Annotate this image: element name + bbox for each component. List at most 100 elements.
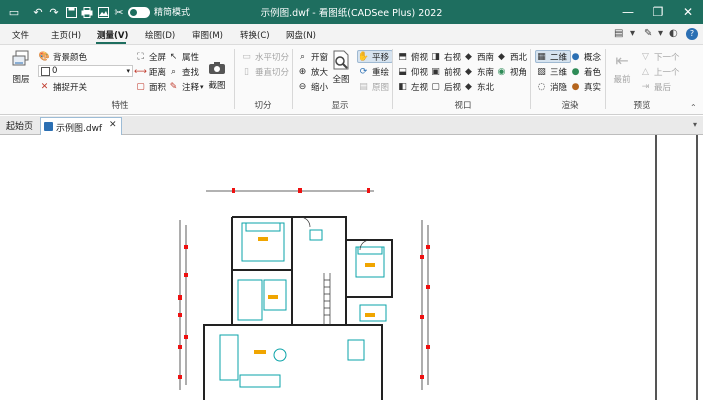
render-realistic-button[interactable]: ● 真实 <box>570 80 601 93</box>
close-tab-icon[interactable]: ✕ <box>109 120 117 130</box>
hand-icon: ✋ <box>357 51 370 62</box>
render-concept-button[interactable]: ● 概念 <box>570 50 601 63</box>
original-button[interactable]: ▤ 原图 <box>358 80 389 93</box>
zoom-in-button[interactable]: ⊕ 放大 <box>297 65 328 78</box>
area-button[interactable]: ▢ 面积 <box>135 80 166 93</box>
close-icon[interactable]: ✕ <box>673 0 703 24</box>
cube-back-icon: ▢ <box>431 81 440 92</box>
find-icon: ⌕ <box>170 66 177 77</box>
cube-top-icon: ⬒ <box>398 51 407 62</box>
menu-cloud[interactable]: 网盘(N) <box>286 29 316 41</box>
menu-convert[interactable]: 转换(C) <box>240 29 270 41</box>
next-button[interactable]: ▽ 下一个 <box>640 50 679 63</box>
view-southwest-button[interactable]: ◆ 西南 <box>463 50 494 63</box>
bg-color-button[interactable]: 🎨 背景颜色 <box>39 50 87 63</box>
render-hidden-button[interactable]: ◌ 消隐 <box>536 80 567 93</box>
layout-icon[interactable]: ▤ <box>614 28 623 39</box>
sheet-boundary <box>696 135 698 400</box>
open-window-button[interactable]: ⌕ 开窗 <box>297 50 328 63</box>
fullscreen-button[interactable]: ⛶ 全屏 <box>135 50 166 63</box>
print-icon[interactable] <box>79 4 95 20</box>
first-icon: ⇤ <box>615 50 629 70</box>
undo-icon[interactable]: ↶ <box>30 4 46 20</box>
simple-mode-toggle[interactable] <box>128 7 150 18</box>
attributes-button[interactable]: ↖ 属性 <box>168 50 199 63</box>
2d-icon: ▦ <box>537 51 546 62</box>
restore-icon[interactable]: ❐ <box>643 0 673 24</box>
menu-measure[interactable]: 测量(V) <box>97 29 128 41</box>
tab-start-page[interactable]: 起始页 <box>6 119 33 132</box>
view-southeast-button[interactable]: ◆ 东南 <box>463 65 494 78</box>
pan-button[interactable]: ✋ 平移 <box>357 50 394 63</box>
horizontal-split-button[interactable]: ▭ 水平切分 <box>241 50 289 63</box>
cube-right-icon: ◨ <box>431 51 440 62</box>
full-view-button[interactable]: 全图 <box>331 50 351 85</box>
cut-icon[interactable]: ✂ <box>111 4 127 20</box>
dropdown-icon[interactable]: ▾ <box>630 28 635 39</box>
find-button[interactable]: ⌕ 查找 <box>168 65 199 78</box>
help-icon[interactable]: ? <box>686 28 698 40</box>
more-icon[interactable]: ▾ <box>658 28 663 39</box>
render-shade-button[interactable]: ● 着色 <box>570 65 601 78</box>
prev-button[interactable]: △ 上一个 <box>640 65 679 78</box>
iso-ne-icon: ◆ <box>465 81 472 92</box>
view-angle-button[interactable]: ◉ 视角 <box>496 65 527 78</box>
menu-bar: 文件 主页(H) 测量(V) 绘图(D) 审图(M) 转换(C) 网盘(N) ▤… <box>0 24 703 45</box>
menu-file[interactable]: 文件 <box>12 29 29 41</box>
image-icon[interactable] <box>95 4 111 20</box>
view-left-button[interactable]: ◧ 左视 <box>397 80 428 93</box>
render-3d-button[interactable]: ▧ 三维 <box>536 65 567 78</box>
annotate-icon: ✎ <box>169 81 178 92</box>
theme-icon[interactable]: ◐ <box>669 28 678 39</box>
view-bottom-button[interactable]: ⬓ 仰视 <box>397 65 428 78</box>
group-label-render: 渲染 <box>561 101 579 111</box>
regen-button[interactable]: ⟳ 重绘 <box>358 65 389 78</box>
view-front-button[interactable]: ▣ 前视 <box>430 65 461 78</box>
iso-nw-icon: ◆ <box>498 51 505 62</box>
render-2d-button[interactable]: ▦ 二维 <box>535 50 572 63</box>
view-northeast-button[interactable]: ◆ 东北 <box>463 80 494 93</box>
menu-review[interactable]: 审图(M) <box>192 29 223 41</box>
vertical-split-button[interactable]: ▯ 垂直切分 <box>241 65 289 78</box>
zoom-in-icon: ⊕ <box>298 66 307 77</box>
view-northwest-button[interactable]: ◆ 西北 <box>496 50 527 63</box>
zoom-window-icon: ⌕ <box>299 51 306 62</box>
shade-sphere-icon: ● <box>571 66 580 77</box>
ribbon-separator <box>392 49 393 109</box>
last-icon: ⇥ <box>641 81 650 92</box>
last-button[interactable]: ⇥ 最后 <box>640 80 671 93</box>
cube-left-icon: ◧ <box>398 81 407 92</box>
arrow-up-icon: △ <box>642 66 649 77</box>
view-back-button[interactable]: ▢ 后视 <box>430 80 461 93</box>
fullscreen-icon: ⛶ <box>137 51 144 62</box>
drawing-canvas[interactable] <box>0 135 703 400</box>
menu-home[interactable]: 主页(H) <box>51 29 81 41</box>
view-right-button[interactable]: ◨ 右视 <box>430 50 461 63</box>
snap-toggle[interactable]: ✕ 捕捉开关 <box>39 80 87 93</box>
settings-wrench-icon[interactable]: ✎ <box>644 28 652 39</box>
first-page-button[interactable]: ⇤ 最前 <box>612 50 632 86</box>
collapse-ribbon-icon[interactable]: ⌃ <box>690 103 697 112</box>
redo-icon[interactable]: ↷ <box>46 4 62 20</box>
layer-color-swatch <box>41 67 50 76</box>
minimize-icon[interactable]: — <box>613 0 643 24</box>
view-top-button[interactable]: ⬒ 俯视 <box>397 50 428 63</box>
folder-icon[interactable]: ▭ <box>6 4 22 20</box>
3d-icon: ▧ <box>537 66 546 77</box>
distance-button[interactable]: ⟷ 距离 <box>134 65 166 78</box>
menu-draw[interactable]: 绘图(D) <box>145 29 175 41</box>
cursor-icon: ↖ <box>169 51 178 62</box>
layers-button[interactable]: 图层 <box>11 50 31 85</box>
ribbon-separator <box>530 49 531 109</box>
annotate-button[interactable]: ✎ 注释 ▾ <box>168 80 204 93</box>
zoom-out-button[interactable]: ⊖ 缩小 <box>297 80 328 93</box>
original-icon: ▤ <box>359 81 368 92</box>
group-label-properties: 特性 <box>111 101 129 111</box>
screenshot-button[interactable]: 截图 <box>207 60 227 91</box>
save-icon[interactable] <box>63 4 79 20</box>
tab-list-icon[interactable]: ▾ <box>693 120 697 129</box>
area-icon: ▢ <box>136 81 145 92</box>
layer-select[interactable]: 0 ▾ <box>38 65 133 77</box>
ribbon: 图层 🎨 背景颜色 0 ▾ ✕ 捕捉开关 ⛶ 全屏 ⟷ 距离 ▢ 面积 ↖ 属性 ⌕ 查找 ✎… <box>0 45 703 115</box>
ribbon-separator <box>292 49 293 109</box>
